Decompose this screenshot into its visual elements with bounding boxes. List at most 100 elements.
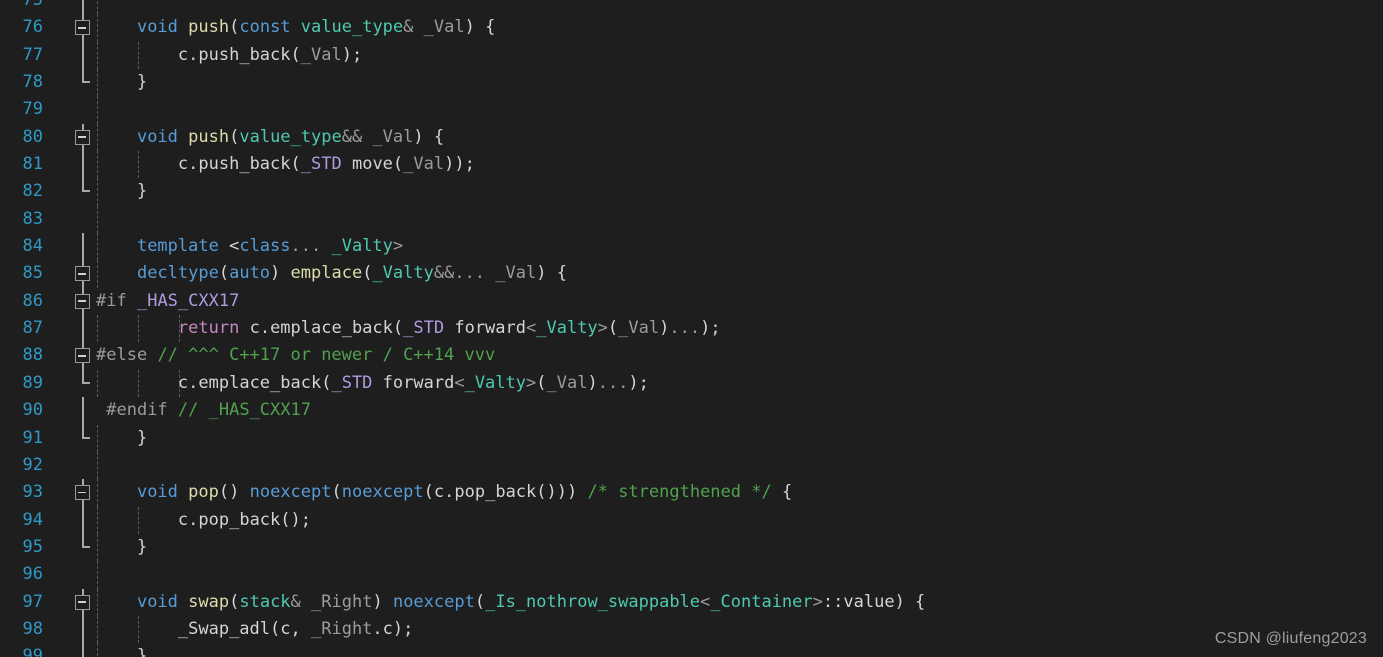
line-content[interactable]: void swap(stack& _Right) noexcept(_Is_no…	[96, 589, 925, 616]
code-line[interactable]: 91 }	[0, 424, 1383, 452]
code-token: _Valty	[331, 236, 393, 257]
code-token: _STD	[300, 154, 342, 175]
line-number: 86	[22, 290, 43, 311]
line-content[interactable]: return c.emplace_back(_STD forward<_Valt…	[96, 315, 721, 342]
line-content[interactable]: #endif // _HAS_CXX17	[96, 397, 311, 424]
line-number: 97	[22, 591, 43, 612]
code-token: c	[249, 318, 260, 339]
code-token: <	[526, 318, 537, 339]
line-number: 84	[22, 236, 43, 257]
code-line[interactable]: 79	[0, 96, 1383, 124]
fold-collapse-icon[interactable]	[75, 594, 90, 610]
line-gutter: 88	[0, 342, 96, 370]
line-gutter: 79	[0, 96, 96, 123]
line-content[interactable]: _Swap_adl(c, _Right.c);	[96, 616, 414, 643]
code-token: )	[413, 126, 424, 147]
code-token: #endif	[106, 400, 168, 421]
code-token: )	[341, 44, 352, 65]
code-line[interactable]: 97 void swap(stack& _Right) noexcept(_Is…	[0, 588, 1383, 616]
line-content[interactable]: template <class... _Valty>	[96, 233, 403, 260]
code-token: >	[392, 236, 404, 257]
fold-region-line	[82, 615, 84, 644]
line-content[interactable]: c.push_back(_STD move(_Val));	[96, 151, 475, 178]
code-token: c	[177, 154, 189, 175]
code-token: &&	[341, 126, 373, 147]
code-line[interactable]: 88 #else // ^^^ C++17 or newer / C++14 vv…	[0, 342, 1383, 370]
line-gutter: 77	[0, 41, 96, 70]
code-line[interactable]: 84 template <class... _Valty>	[0, 233, 1383, 261]
code-token: (	[290, 154, 301, 175]
line-number: 81	[22, 154, 43, 175]
code-token: &	[290, 591, 312, 612]
code-line[interactable]: 82 }	[0, 178, 1383, 206]
line-content[interactable]: #else // ^^^ C++17 or newer / C++14 vvv	[96, 342, 495, 369]
line-content[interactable]: c.pop_back();	[96, 507, 311, 534]
code-token: }	[96, 181, 148, 202]
line-content[interactable]: }	[96, 643, 147, 657]
code-line[interactable]: 77 c.push_back(_Val);	[0, 41, 1383, 70]
line-content[interactable]: }	[96, 425, 147, 452]
fold-region-line	[82, 151, 84, 179]
line-gutter: 78	[0, 69, 96, 96]
line-content[interactable]: void push(value_type&& _Val) {	[96, 124, 444, 151]
code-line[interactable]: 96	[0, 561, 1383, 589]
line-number: 90	[22, 400, 43, 421]
code-line[interactable]: 95 }	[0, 533, 1383, 562]
code-line[interactable]: 81 c.push_back(_STD move(_Val));	[0, 151, 1383, 179]
line-number: 83	[22, 208, 43, 229]
line-content[interactable]: void push(const value_type& _Val) {	[96, 14, 495, 41]
line-content[interactable]: }	[96, 69, 147, 96]
line-content[interactable]: c.push_back(_Val);	[96, 42, 362, 69]
code-token: value	[843, 591, 895, 612]
fold-collapse-icon[interactable]	[75, 129, 90, 145]
code-token: push	[188, 17, 230, 38]
line-gutter: 94	[0, 506, 96, 534]
line-content[interactable]: void pop() noexcept(noexcept(c.pop_back(…	[96, 479, 792, 506]
code-token: _Val	[300, 44, 342, 65]
line-content[interactable]: #if _HAS_CXX17	[96, 288, 239, 315]
code-line[interactable]: 76 void push(const value_type& _Val) {	[0, 14, 1383, 42]
fold-collapse-icon[interactable]	[75, 20, 90, 36]
code-token: // _HAS_CXX17	[177, 400, 311, 421]
code-line[interactable]: 87 return c.emplace_back(_STD forward<_V…	[0, 315, 1383, 343]
code-line[interactable]: 98 _Swap_adl(c, _Right.c);	[0, 615, 1383, 644]
line-content[interactable]: c.emplace_back(_STD forward<_Valty>(_Val…	[96, 370, 649, 397]
code-token: void	[136, 126, 178, 147]
code-line[interactable]: 90 #endif // _HAS_CXX17	[0, 397, 1383, 425]
code-token: decltype	[136, 263, 219, 284]
code-token: void	[136, 591, 178, 612]
code-line[interactable]: 83	[0, 205, 1383, 234]
line-gutter: 75	[0, 0, 96, 15]
code-line[interactable]: 94 c.pop_back();	[0, 506, 1383, 534]
code-token: .	[372, 618, 383, 639]
code-line[interactable]: 75	[0, 0, 1383, 15]
code-editor[interactable]: 75 76 void push(const value_type& _Val) {…	[0, 0, 1383, 657]
code-token: )	[659, 318, 670, 339]
indent-guide	[97, 0, 98, 15]
code-line[interactable]: 85 decltype(auto) emplace(_Valty&&... _V…	[0, 260, 1383, 288]
code-line[interactable]: 99 }	[0, 643, 1383, 657]
code-line[interactable]: 89 c.emplace_back(_STD forward<_Valty>(_…	[0, 369, 1383, 398]
line-content[interactable]: }	[96, 534, 147, 561]
line-number: 75	[22, 0, 43, 10]
fold-collapse-icon[interactable]	[75, 348, 90, 364]
line-content[interactable]: decltype(auto) emplace(_Valty&&... _Val)…	[96, 260, 567, 287]
code-token: _Valty	[536, 318, 598, 339]
fold-collapse-icon[interactable]	[75, 293, 90, 309]
code-token: (	[392, 154, 404, 175]
line-gutter: 96	[0, 561, 96, 588]
line-content[interactable]: }	[96, 178, 147, 205]
code-line[interactable]: 92	[0, 451, 1383, 480]
code-line[interactable]: 80 void push(value_type&& _Val) {	[0, 123, 1383, 152]
fold-collapse-icon[interactable]	[75, 266, 90, 282]
code-line[interactable]: 86 #if _HAS_CXX17	[0, 287, 1383, 316]
code-line[interactable]: 78 }	[0, 69, 1383, 97]
fold-collapse-icon[interactable]	[75, 485, 90, 501]
code-line[interactable]: 93 void pop() noexcept(noexcept(c.pop_ba…	[0, 479, 1383, 507]
